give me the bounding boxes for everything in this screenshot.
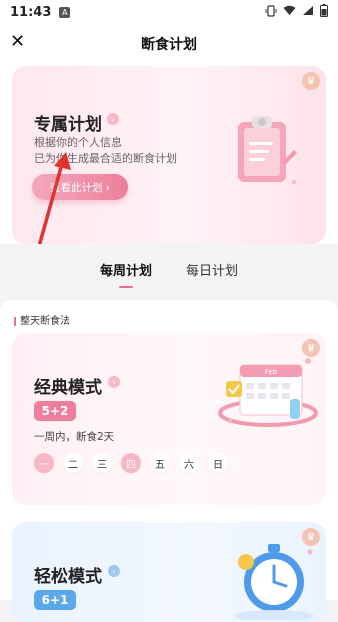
hero-section: ♛ 专属计划 › 根据你的个人信息 已为你生成最合适的断食计划 查看此计划 › [0, 64, 338, 244]
clipboard-illustration [238, 116, 297, 184]
section-accent-bar [14, 316, 16, 326]
plan-tabs: 每周计划 每日计划 [0, 244, 338, 294]
classic-mode-card[interactable]: ♛ 经典模式 › 5+2 一周内，断食2天 一 二 三 四 五 六 日 Feb [12, 333, 326, 505]
week-days: 一 二 三 四 五 六 日 [34, 453, 228, 473]
hero-desc-line1: 根据你的个人信息 [34, 136, 122, 149]
crown-badge-icon: ♛ [302, 72, 320, 90]
day-fri: 五 [150, 453, 170, 473]
weekly-plan-panel: 整天断食法 ♛ 经典模式 › 5+2 一周内，断食2天 一 二 三 四 五 六 … [0, 300, 338, 622]
exclusive-plan-card[interactable]: ♛ 专属计划 › 根据你的个人信息 已为你生成最合适的断食计划 查看此计划 › [12, 66, 326, 244]
status-icons [265, 4, 328, 20]
classic-mode-desc: 一周内，断食2天 [34, 431, 115, 443]
battery-icon [320, 4, 328, 20]
tab-weekly-plan[interactable]: 每周计划 [100, 260, 152, 288]
chevron-right-icon: › [108, 565, 120, 577]
view-plan-button[interactable]: 查看此计划 › [32, 174, 128, 200]
section-label: 整天断食法 [14, 312, 70, 327]
easy-mode-card[interactable]: ♛ 轻松模式 › 6+1 [12, 522, 326, 622]
calendar-month-label: Feb [265, 368, 278, 376]
calendar-illustration: Feb [218, 358, 318, 427]
signal-icon [302, 5, 314, 19]
day-tue: 二 [63, 453, 83, 473]
close-icon[interactable]: ✕ [10, 33, 25, 51]
day-thu: 四 [121, 453, 141, 473]
status-bar: 11:43 A [0, 0, 338, 24]
alarm-clock-illustration [234, 544, 314, 620]
hero-title: 专属计划 [34, 115, 102, 135]
easy-mode-title: 轻松模式 [34, 567, 102, 587]
page-title: 断食计划 [141, 37, 197, 53]
day-sat: 六 [179, 453, 199, 473]
hero-desc-line2: 已为你生成最合适的断食计划 [34, 152, 177, 165]
day-wed: 三 [92, 453, 112, 473]
day-mon: 一 [34, 453, 54, 473]
section-label-text: 整天断食法 [20, 316, 70, 327]
status-time: 11:43 [10, 4, 52, 20]
ratio-badge: 5+2 [34, 401, 76, 421]
ratio-badge: 6+1 [34, 590, 76, 610]
top-bar: ✕ 断食计划 [0, 24, 338, 64]
chevron-right-icon: › [107, 113, 119, 125]
wifi-icon [283, 5, 296, 19]
tab-daily-plan[interactable]: 每日计划 [186, 260, 238, 279]
classic-mode-title: 经典模式 [34, 378, 102, 398]
vibrate-icon [265, 4, 277, 20]
notification-icon: A [59, 6, 71, 18]
day-sun: 日 [208, 453, 228, 473]
chevron-right-icon: › [108, 376, 120, 388]
